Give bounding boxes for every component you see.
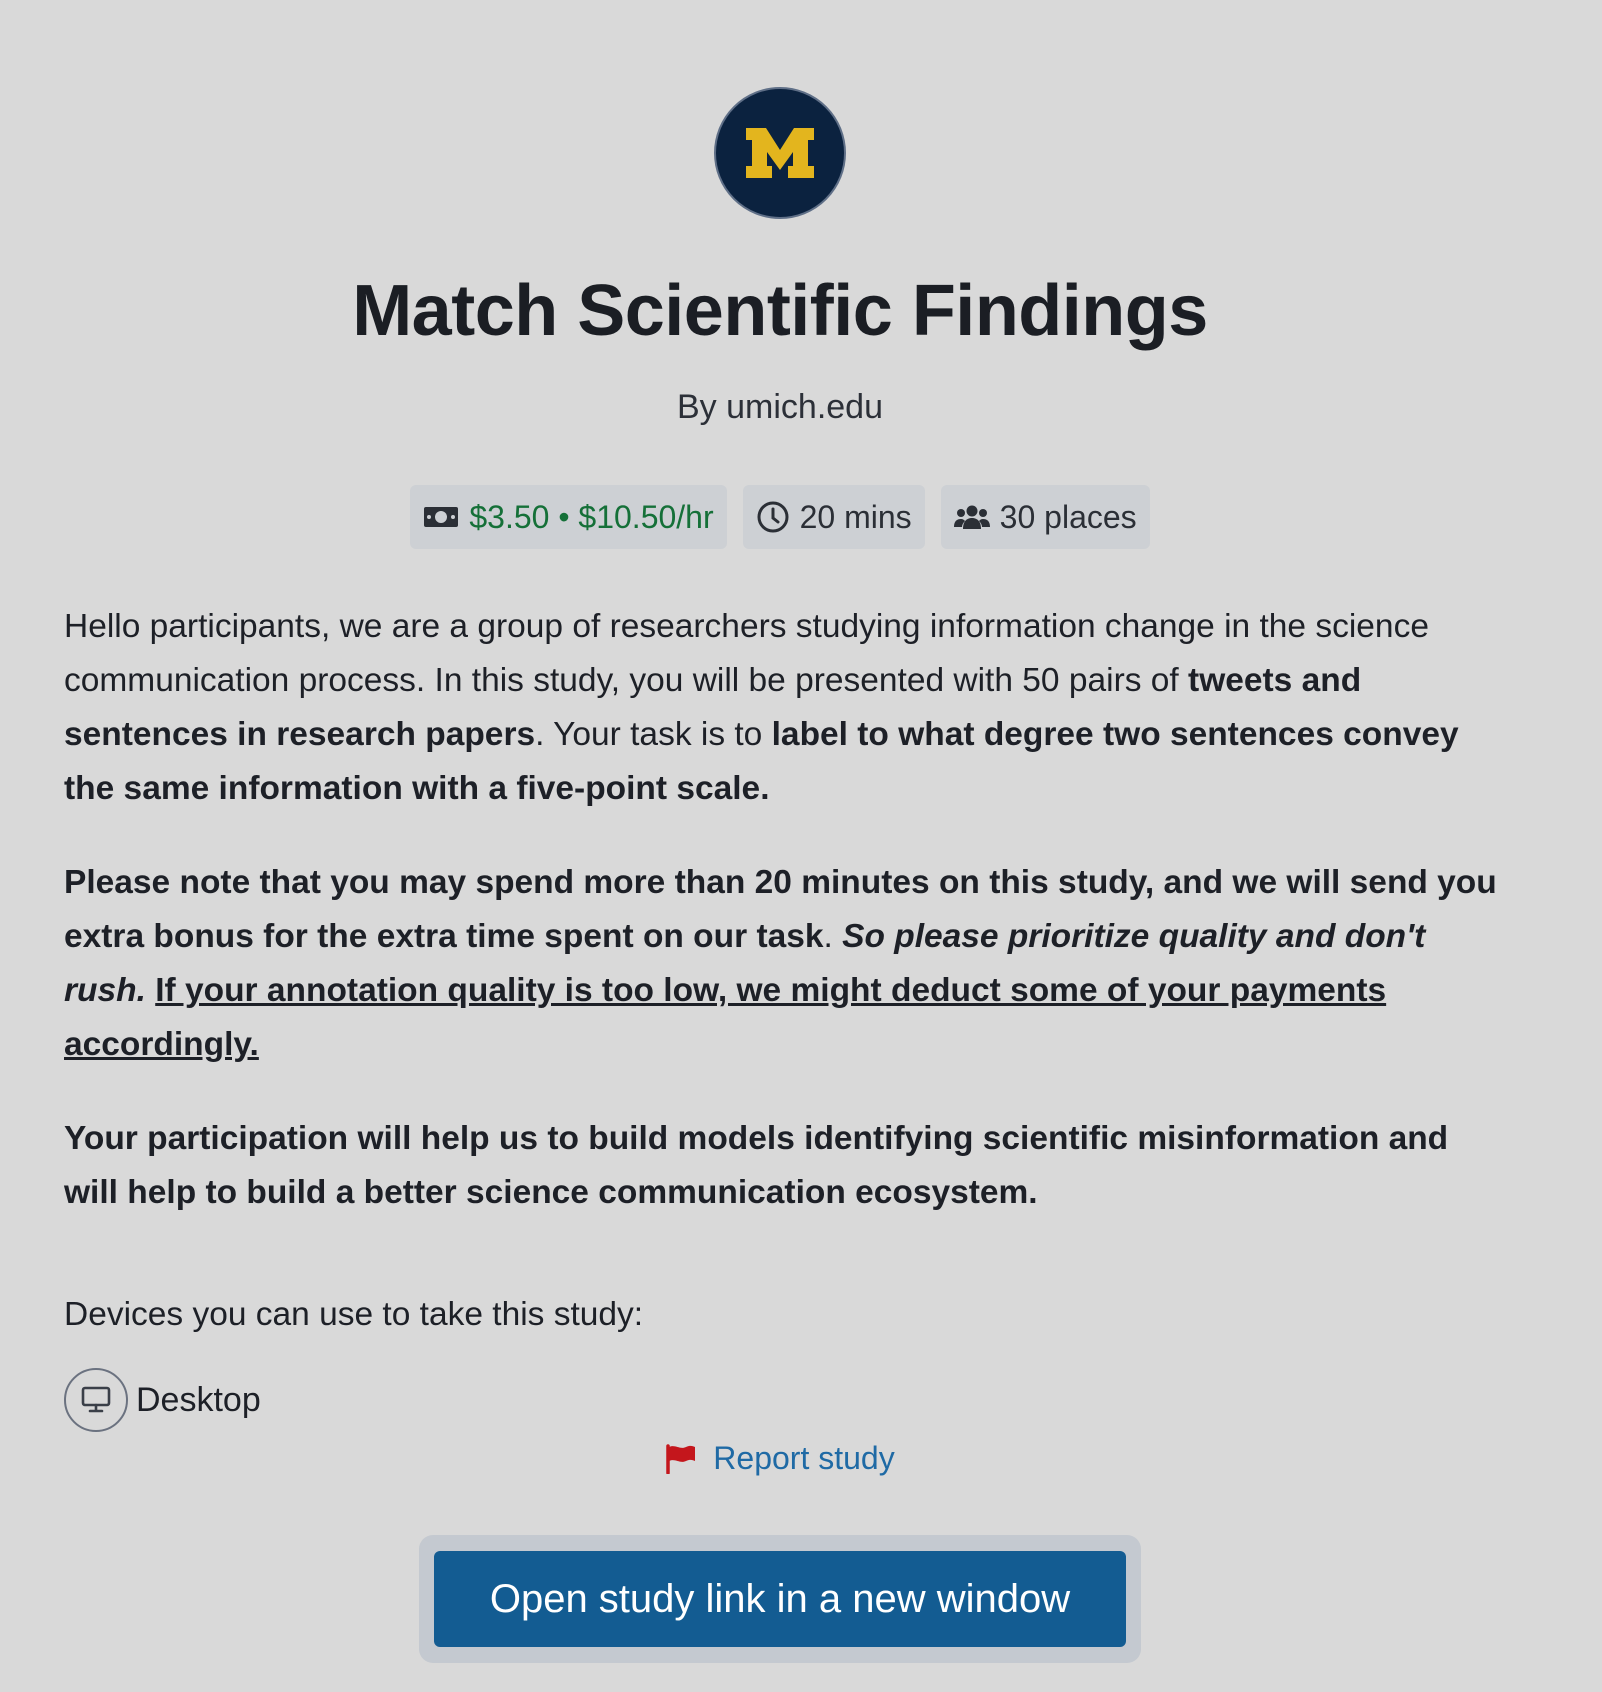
open-study-button[interactable]: Open study link in a new window bbox=[434, 1551, 1126, 1647]
money-icon bbox=[424, 507, 459, 527]
devices-label: Devices you can use to take this study: bbox=[64, 1296, 644, 1333]
report-study-link[interactable]: Report study bbox=[0, 1440, 1560, 1477]
places-chip: 30 places bbox=[940, 485, 1150, 549]
reward-text: $3.50 • $10.50/hr bbox=[469, 498, 714, 535]
users-icon bbox=[953, 505, 990, 529]
study-description: Hello participants, we are a group of re… bbox=[64, 600, 1504, 1260]
block-m-icon bbox=[746, 128, 814, 178]
device-item-desktop: Desktop bbox=[64, 1368, 261, 1432]
description-paragraph-2: Please note that you may spend more than… bbox=[64, 864, 1497, 1063]
description-paragraph-3: Your participation will help us to build… bbox=[64, 1120, 1449, 1211]
clock-icon bbox=[757, 501, 789, 533]
reward-chip: $3.50 • $10.50/hr bbox=[410, 485, 727, 549]
duration-chip: 20 mins bbox=[742, 485, 925, 549]
places-text: 30 places bbox=[999, 498, 1137, 535]
desktop-icon bbox=[64, 1368, 128, 1432]
flag-icon bbox=[666, 1443, 696, 1474]
researcher-byline: By umich.edu bbox=[677, 388, 883, 426]
description-paragraph-1: Hello participants, we are a group of re… bbox=[64, 608, 1459, 807]
duration-text: 20 mins bbox=[799, 498, 912, 535]
report-label[interactable]: Report study bbox=[713, 1440, 894, 1477]
study-info-chips: $3.50 • $10.50/hr 20 mins 30 places bbox=[0, 485, 1560, 549]
umich-logo bbox=[714, 87, 846, 219]
open-study-button-focus-ring: Open study link in a new window bbox=[419, 1535, 1141, 1663]
page-title: Match Scientific Findings bbox=[352, 271, 1208, 351]
study-page: Match Scientific Findings By umich.edu $… bbox=[0, 0, 1602, 1692]
device-label: Desktop bbox=[136, 1380, 261, 1419]
